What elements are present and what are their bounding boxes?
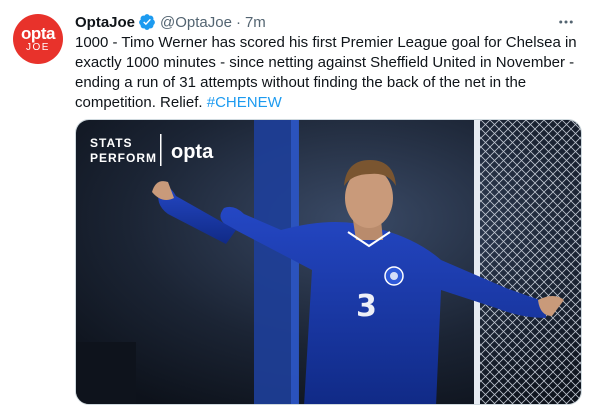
separator-dot: · xyxy=(235,13,241,31)
tweet-card[interactable]: opta JOE OptaJoe @OptaJoe · 7m 1000 - Ti… xyxy=(0,0,597,414)
handle[interactable]: @OptaJoe xyxy=(160,14,232,31)
shirt-sponsor-number: 3 xyxy=(356,289,377,324)
tweet-text: 1000 - Timo Werner has scored his first … xyxy=(75,33,580,113)
brand-divider xyxy=(160,134,162,166)
tweet-media-photo[interactable]: 3 STATS PERFORM opta xyxy=(75,119,582,405)
brand-stats-text: STATS xyxy=(90,136,133,150)
more-options-icon[interactable] xyxy=(555,11,577,33)
brand-opta-text: opta xyxy=(171,141,214,163)
avatar-logo-subtext: JOE xyxy=(26,41,50,53)
tweet-header: OptaJoe @OptaJoe · 7m xyxy=(75,11,577,33)
tweet-body: 1000 - Timo Werner has scored his first … xyxy=(75,34,577,111)
timestamp[interactable]: 7m xyxy=(245,14,266,31)
display-name[interactable]: OptaJoe xyxy=(75,14,135,31)
verified-badge-icon xyxy=(138,13,156,31)
photo-illustration: 3 STATS PERFORM opta xyxy=(76,120,581,404)
avatar[interactable]: opta JOE xyxy=(13,14,63,64)
avatar-logo-text: opta xyxy=(21,23,55,43)
brand-perform-text: PERFORM xyxy=(90,151,157,165)
hashtag-link[interactable]: #CHENEW xyxy=(207,94,282,111)
